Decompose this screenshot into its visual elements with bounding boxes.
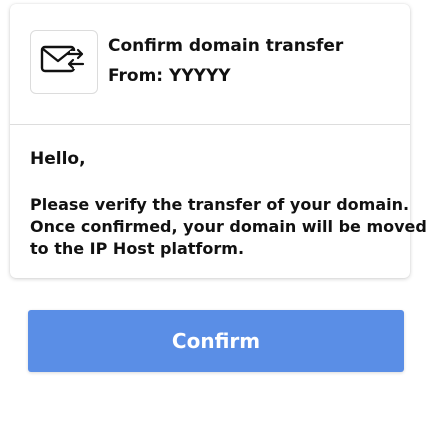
email-body-line: Please verify the transfer of your domai…: [30, 195, 410, 214]
email-header: Confirm domain transfer From: YYYYY: [10, 4, 410, 125]
email-card: Confirm domain transfer From: YYYYY Hell…: [10, 4, 427, 278]
email-body-line: to the IP Host platform.: [30, 239, 245, 258]
email-sender: From: YYYYY: [108, 66, 231, 86]
mail-transfer-icon: [40, 45, 85, 73]
mail-icon-box: [30, 30, 98, 94]
email-subject: Confirm domain transfer: [108, 36, 344, 56]
email-body-line: Once confirmed, your domain will be move…: [30, 217, 427, 236]
email-body: Please verify the transfer of your domai…: [30, 194, 427, 260]
email-greeting: Hello,: [30, 149, 86, 169]
confirm-button[interactable]: Confirm: [28, 310, 404, 372]
